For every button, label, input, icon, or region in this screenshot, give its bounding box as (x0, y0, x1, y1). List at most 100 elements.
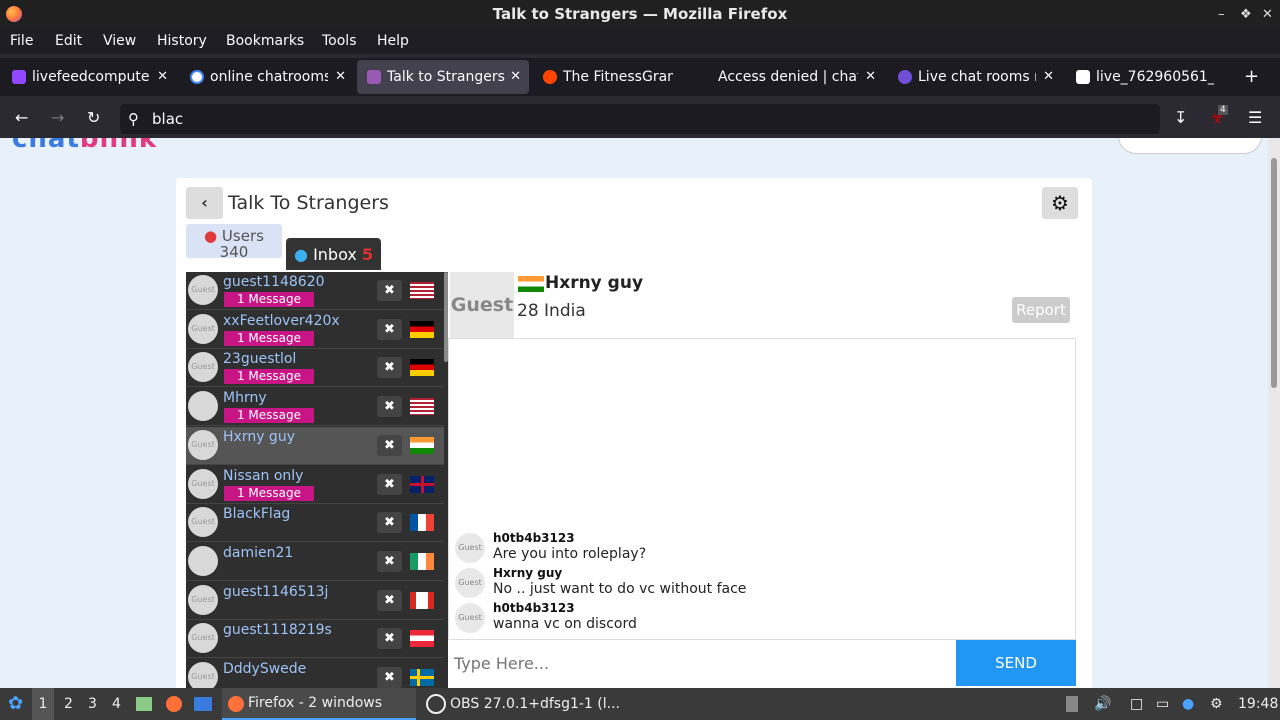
report-button[interactable]: Report (1012, 297, 1070, 323)
user-name[interactable]: xxFeetlover420x (223, 313, 340, 329)
minimize-icon[interactable]: – (1218, 0, 1225, 29)
user-list-item[interactable]: Guest xxFeetlover420x 1 Message ✖ (186, 311, 444, 349)
remove-user-icon[interactable]: ✖ (377, 280, 402, 301)
site-logo[interactable]: chatblink (12, 138, 157, 154)
back-icon[interactable]: ← (15, 108, 28, 127)
remove-user-icon[interactable]: ✖ (377, 473, 402, 495)
remove-user-icon[interactable]: ✖ (377, 512, 402, 534)
menu-file[interactable]: File (10, 33, 33, 49)
firefox-launcher-icon[interactable] (166, 696, 182, 712)
user-name[interactable]: Mhrny (223, 390, 267, 406)
downloads-icon[interactable]: ↧ (1174, 108, 1187, 127)
user-name[interactable]: guest1148620 (223, 274, 325, 290)
hamburger-menu-icon[interactable]: ☰ (1248, 108, 1262, 127)
message-input[interactable] (448, 640, 956, 686)
tray-icon[interactable] (1066, 696, 1078, 712)
file-manager-icon[interactable] (136, 697, 152, 711)
close-icon[interactable]: ✕ (1262, 0, 1273, 29)
user-list-item[interactable]: Guest Hxrny guy ✖ (186, 426, 444, 465)
remove-user-icon[interactable]: ✖ (377, 628, 402, 650)
remove-user-icon[interactable]: ✖ (377, 318, 402, 340)
tab-live-file[interactable]: live_762960561_l (1066, 60, 1240, 94)
user-list-item[interactable]: Mhrny 1 Message ✖ (186, 388, 444, 427)
workspace-3[interactable]: 3 (88, 696, 97, 712)
user-list-item[interactable]: Guest DddySwede ✖ (186, 659, 444, 688)
display-icon[interactable]: ▭ (1156, 696, 1169, 712)
volume-icon[interactable]: 🔊 (1094, 696, 1111, 712)
user-list-item[interactable]: Guest guest1148620 1 Message ✖ (186, 272, 444, 310)
user-name[interactable]: guest1146513j (223, 584, 328, 600)
settings-gear-icon[interactable]: ⚙ (1042, 187, 1078, 219)
user-name[interactable]: guest1118219s (223, 622, 332, 638)
forward-icon[interactable]: → (51, 108, 64, 127)
workspace-4[interactable]: 4 (112, 696, 121, 712)
user-name[interactable]: BlackFlag (223, 506, 290, 522)
tab-livefeed[interactable]: livefeedcomputer ✕ (2, 60, 176, 94)
tab-talk-to-strangers[interactable]: Talk to Strangers ✕ (357, 60, 529, 94)
menu-view[interactable]: View (103, 33, 136, 49)
chat-message: Guest h0tb4b3123 Are you into roleplay? (455, 531, 1055, 565)
user-list-item[interactable]: Guest BlackFlag ✖ (186, 504, 444, 543)
workspace-2[interactable]: 2 (64, 696, 73, 712)
remove-user-icon[interactable]: ✖ (377, 396, 402, 418)
flag-de-icon (410, 320, 434, 338)
tab-fitnessgram[interactable]: The FitnessGram P (533, 60, 707, 94)
network-icon[interactable]: ⚙ (1210, 696, 1223, 712)
user-name[interactable]: Hxrny guy (223, 429, 295, 445)
chat-message: Guest h0tb4b3123 wanna vc on discord (455, 601, 1055, 635)
message-avatar: Guest (455, 533, 485, 563)
user-list-item[interactable]: Guest guest1118219s ✖ (186, 620, 444, 659)
back-button[interactable]: ‹ (186, 187, 223, 219)
tab-close-icon[interactable]: ✕ (1043, 60, 1054, 94)
taskbar-firefox[interactable]: Firefox - 2 windows (222, 688, 416, 720)
user-name[interactable]: damien21 (223, 545, 293, 561)
menu-tools[interactable]: Tools (322, 33, 357, 49)
send-button[interactable]: SEND (956, 640, 1076, 686)
message-author[interactable]: h0tb4b3123 (493, 601, 575, 615)
user-avatar: Guest (188, 468, 218, 499)
message-author[interactable]: h0tb4b3123 (493, 531, 575, 545)
restore-icon[interactable]: ❖ (1240, 0, 1252, 29)
url-input[interactable]: blac (152, 104, 183, 134)
user-list-item[interactable]: Guest 23guestlol 1 Message ✖ (186, 349, 444, 388)
page-scrollbar[interactable] (1268, 138, 1280, 688)
tab-live-chat-rooms[interactable]: Live chat rooms n ✕ (888, 60, 1062, 94)
clipboard-icon[interactable]: □ (1130, 696, 1143, 712)
reload-icon[interactable]: ↻ (87, 108, 100, 127)
menu-help[interactable]: Help (377, 33, 409, 49)
tab-close-icon[interactable]: ✕ (865, 60, 876, 94)
taskbar-obs[interactable]: OBS 27.0.1+dfsg1-1 (l... (450, 696, 620, 712)
tab-access-denied[interactable]: Access denied | chat ✕ (710, 60, 884, 94)
tab-close-icon[interactable]: ✕ (510, 60, 521, 94)
terminal-icon[interactable] (194, 697, 212, 711)
start-menu-icon[interactable]: ✿ (8, 693, 23, 714)
new-tab-icon[interactable]: + (1244, 60, 1274, 94)
menu-edit[interactable]: Edit (55, 33, 82, 49)
remove-user-icon[interactable]: ✖ (377, 589, 402, 611)
header-button[interactable] (1118, 138, 1262, 154)
update-icon[interactable]: ● (1182, 696, 1194, 712)
tab-close-icon[interactable]: ✕ (335, 60, 346, 94)
remove-user-icon[interactable]: ✖ (377, 434, 402, 456)
flag-ca-icon (410, 591, 434, 609)
user-list-item[interactable]: Guest Nissan only 1 Message ✖ (186, 466, 444, 504)
url-bar[interactable]: ⚲ blac (120, 104, 1160, 134)
message-author[interactable]: Hxrny guy (493, 566, 562, 580)
user-list-item[interactable]: Guest guest1146513j ✖ (186, 582, 444, 620)
workspace-1[interactable]: 1 (32, 688, 54, 720)
remove-user-icon[interactable]: ✖ (377, 357, 402, 379)
page-scrollbar-thumb[interactable] (1271, 158, 1277, 388)
user-name[interactable]: 23guestlol (223, 351, 296, 367)
remove-user-icon[interactable]: ✖ (377, 667, 402, 688)
tab-close-icon[interactable]: ✕ (157, 60, 168, 94)
user-list-item[interactable]: damien21 ✖ (186, 543, 444, 581)
tab-users[interactable]: ● Users 340 (186, 224, 282, 260)
remove-user-icon[interactable]: ✖ (377, 550, 402, 572)
tab-inbox[interactable]: ● Inbox 5 (286, 238, 381, 270)
menu-history[interactable]: History (157, 33, 207, 49)
obs-icon (426, 694, 446, 714)
user-name[interactable]: Nissan only (223, 468, 303, 484)
tab-online-chatrooms[interactable]: online chatrooms ✕ (180, 60, 354, 94)
menu-bookmarks[interactable]: Bookmarks (226, 33, 304, 49)
user-name[interactable]: DddySwede (223, 661, 306, 677)
